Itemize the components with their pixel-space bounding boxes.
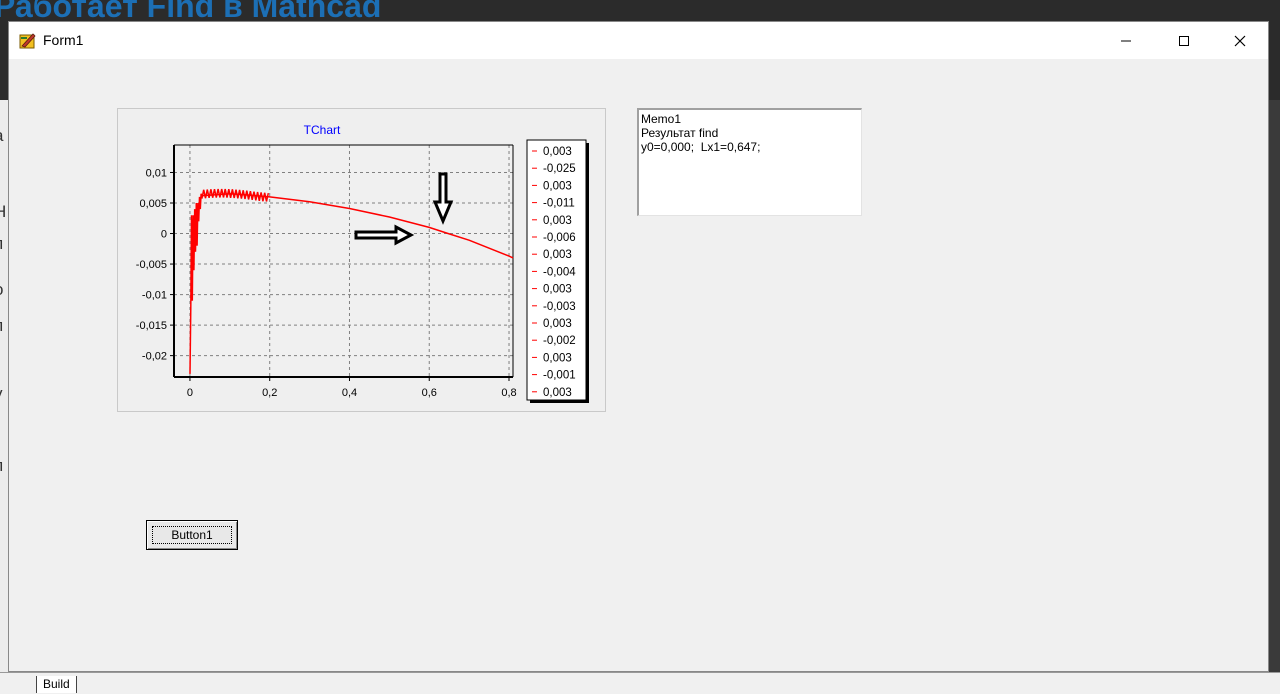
x-tick-label: 0,2	[262, 387, 277, 399]
x-tick-label: 0	[187, 387, 193, 399]
legend-item: 0,003	[543, 352, 572, 364]
chart-title: TChart	[304, 123, 341, 137]
background-fragment: п	[0, 316, 3, 336]
close-button[interactable]	[1211, 22, 1269, 59]
legend-item: 0,003	[543, 387, 572, 399]
button1-label: Button1	[152, 526, 232, 544]
title-bar[interactable]: Form1	[9, 22, 1268, 59]
y-tick-label: -0,015	[136, 320, 167, 332]
window-title: Form1	[43, 32, 84, 48]
y-tick-label: 0,005	[139, 198, 167, 210]
maximize-icon	[1179, 35, 1189, 46]
legend-item: 0,003	[543, 318, 572, 330]
tchart-panel[interactable]: TChart 0 0,2 0,4 0,6 0,8 0,01 0,005 0 -0,005 -0,0…	[117, 108, 606, 412]
background-fragment: п	[0, 234, 3, 254]
delphi-app-icon	[19, 33, 36, 49]
legend-item: -0,011	[543, 198, 575, 210]
plot-area	[174, 145, 513, 377]
legend-item: 0,003	[543, 180, 572, 192]
build-tab[interactable]: Build	[36, 676, 77, 693]
background-fragment: a	[0, 126, 3, 146]
form1-window: Form1 TChart 0 0,2 0,4 0,6 0,8 0,01 0,005 0 -0,0…	[8, 21, 1269, 672]
close-icon	[1234, 35, 1246, 46]
legend-item: -0,001	[543, 370, 576, 382]
legend-item: -0,002	[543, 335, 576, 347]
legend-item: -0,006	[543, 232, 576, 244]
chart-grid	[174, 145, 513, 377]
maximize-button[interactable]	[1155, 22, 1213, 59]
memo-line: Memo1	[641, 112, 682, 126]
legend-item: -0,003	[543, 301, 576, 313]
background-fragment: Н	[0, 202, 7, 221]
minimize-icon	[1121, 40, 1131, 41]
button1[interactable]: Button1	[146, 520, 238, 550]
memo-line: y0=0,000; Lx1=0,647;	[641, 140, 761, 154]
y-tick-label: -0,01	[142, 290, 167, 302]
chart-legend[interactable]: 0,003 -0,025 0,003 -0,011 0,003 -0,006 0,003 -0…	[526, 139, 589, 403]
x-tick-label: 0,6	[422, 387, 437, 399]
legend-item: -0,004	[543, 266, 576, 278]
y-tick-label: 0,01	[146, 167, 167, 179]
background-left-edge: a Н п о п у f п t	[0, 100, 8, 693]
background-fragment: п	[0, 456, 3, 476]
ide-bottom-bar	[0, 672, 1280, 694]
legend-item: 0,003	[543, 284, 572, 296]
minimize-button[interactable]	[1097, 22, 1155, 59]
legend-item: 0,003	[543, 146, 572, 158]
y-tick-label: -0,005	[136, 259, 167, 271]
memo-line: Результат find	[641, 126, 719, 140]
y-tick-label: 0	[161, 229, 167, 241]
legend-item: -0,025	[543, 163, 576, 175]
chart-canvas: TChart 0 0,2 0,4 0,6 0,8 0,01 0,005 0 -0,005 -0,0…	[136, 123, 589, 403]
background-fragment: у	[0, 384, 3, 404]
x-tick-label: 0,8	[501, 387, 516, 399]
x-tick-label: 0,4	[342, 387, 357, 399]
legend-item: 0,003	[543, 249, 572, 261]
y-tick-label: -0,02	[142, 351, 167, 363]
background-fragment: о	[0, 280, 3, 300]
legend-item: 0,003	[543, 215, 572, 227]
memo1-textarea[interactable]: Memo1 Результат find y0=0,000; Lx1=0,647…	[637, 108, 862, 216]
